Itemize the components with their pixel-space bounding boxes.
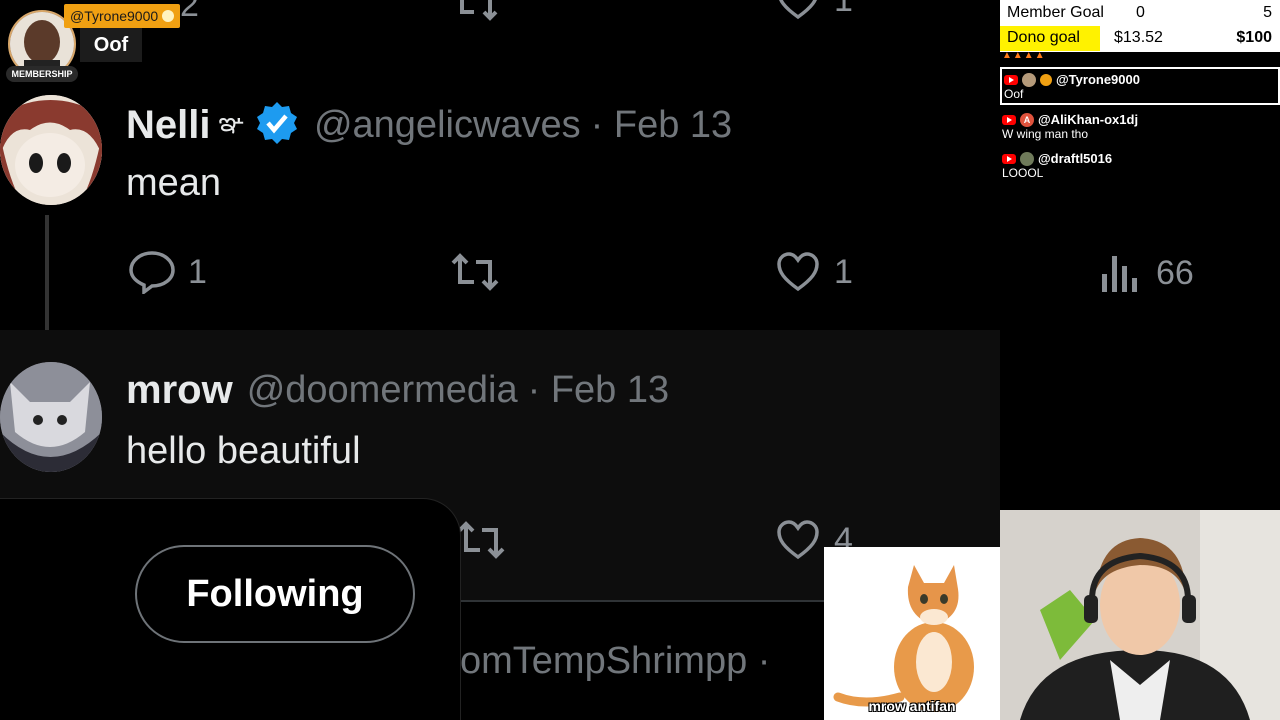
chat-avatar: [1022, 72, 1036, 87]
chat-message: @Tyrone9000 Oof: [1000, 67, 1280, 105]
handle[interactable]: @doomermedia: [247, 369, 518, 412]
webcam-feed: [1000, 510, 1280, 720]
like-button-partial[interactable]: 1: [776, 0, 853, 20]
chat-message: @draftl5016 LOOOL: [1002, 151, 1113, 180]
retweet-button[interactable]: [450, 250, 500, 294]
cat-image: [824, 547, 1000, 720]
retweet-icon[interactable]: [452, 0, 500, 22]
ribbon-emoji-icon: ఞ: [218, 107, 244, 137]
retweet-button[interactable]: [456, 518, 506, 562]
tweet2-header: mrow @doomermedia · Feb 13: [126, 368, 669, 413]
cat-image-overlay: mrow antifan: [824, 547, 1000, 720]
overlay-caption: mrow antifan: [868, 698, 956, 714]
heart-icon: [777, 252, 819, 292]
avatar-mrow[interactable]: [0, 362, 102, 472]
analytics-icon: [1102, 256, 1137, 292]
fire-icons: ▲▲▲▲: [1002, 50, 1046, 61]
reply-count-partial[interactable]: 2: [180, 0, 199, 25]
chat-avatar: A: [1020, 112, 1034, 127]
verified-badge-icon: [254, 100, 300, 151]
youtube-icon: [1002, 153, 1016, 164]
chat-message: A @AliKhan-ox1dj W wing man tho: [1002, 112, 1139, 141]
views-stat[interactable]: 66: [1100, 252, 1194, 294]
tweet1-header: Nelli ఞ @angelicwaves · Feb 13: [126, 100, 732, 151]
tweet-date[interactable]: · Feb 13: [591, 104, 733, 147]
retweet-icon: [451, 253, 499, 291]
heart-icon: [777, 520, 819, 560]
following-button[interactable]: Following: [135, 545, 415, 643]
avatar-nelli[interactable]: [0, 95, 102, 205]
youtube-icon: [1002, 114, 1016, 125]
handle[interactable]: @angelicwaves: [314, 104, 581, 147]
reply-icon: [129, 251, 175, 294]
alert-message: Oof: [80, 28, 142, 62]
alert-username: @Tyrone9000: [64, 4, 181, 28]
member-goal-row: Member Goal 0 5: [1007, 4, 1272, 21]
reply-button[interactable]: 1: [128, 250, 207, 294]
coin-icon: [162, 10, 175, 22]
display-name[interactable]: mrow: [126, 368, 233, 413]
dono-goal-row: Dono goal $13.52 $100: [1000, 26, 1280, 51]
tweet-text: mean: [126, 162, 222, 204]
streamer-webcam-image: [1000, 510, 1280, 720]
retweet-icon: [457, 521, 505, 559]
member-badge-icon: [1040, 73, 1052, 86]
tweet-text: hello beautiful: [126, 430, 361, 472]
youtube-icon: [1004, 74, 1018, 85]
membership-badge: MEMBERSHIP: [6, 66, 78, 82]
display-name[interactable]: Nelli: [126, 103, 210, 148]
next-tweet-handle[interactable]: omTempShrimpp ·: [460, 640, 770, 683]
like-button[interactable]: 1: [776, 252, 853, 292]
goals-panel: Member Goal 0 5 Dono goal $13.52 $100: [1000, 0, 1280, 52]
chat-avatar: [1020, 151, 1034, 166]
tweet-date[interactable]: · Feb 13: [528, 369, 670, 412]
